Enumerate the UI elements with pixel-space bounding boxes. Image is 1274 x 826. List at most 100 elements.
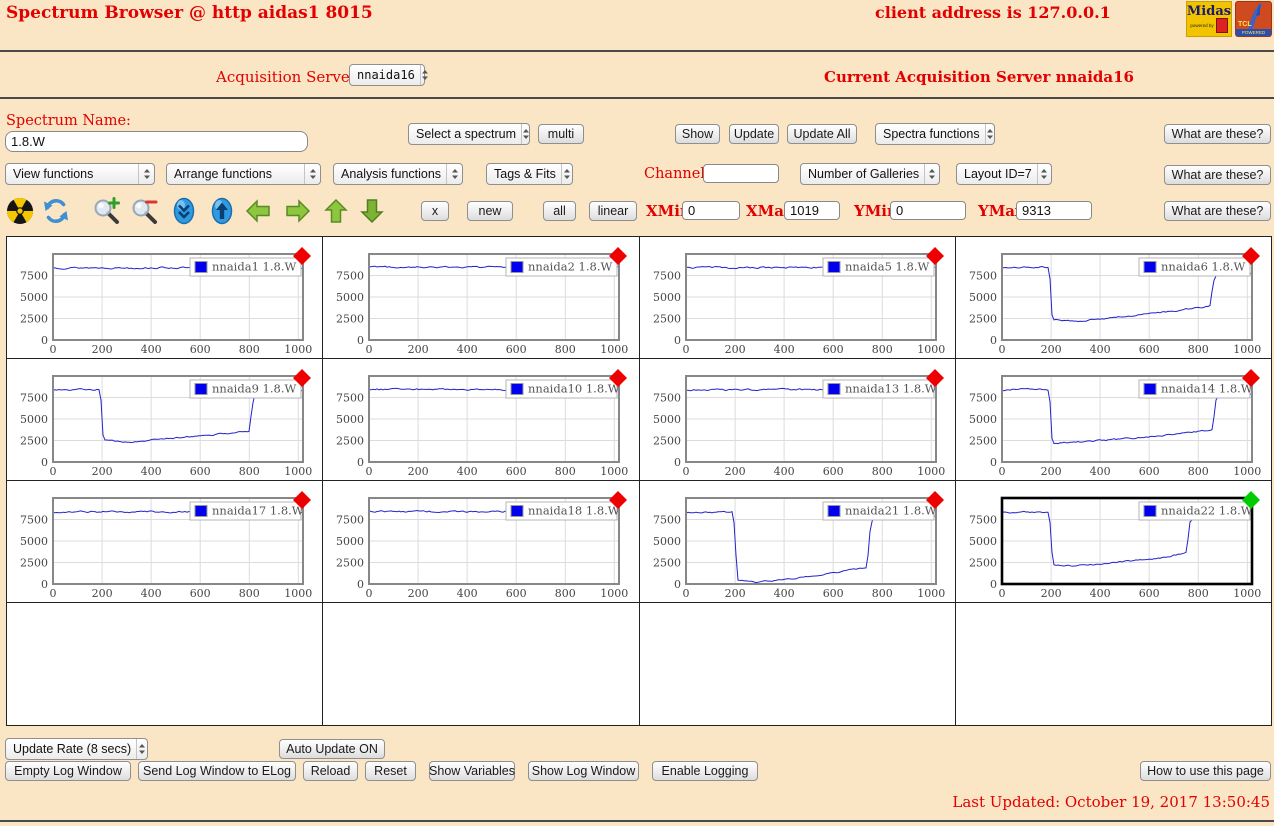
spectrum-chart[interactable]: 0 2500 5000 7500 0 200 400 600 800 1000 nnaida22 1… (956, 481, 1272, 603)
what-are-these-button-3[interactable]: What are these? (1164, 201, 1271, 221)
select-a-spectrum-dropdown[interactable]: Select a spectrum (408, 123, 530, 145)
midas-figure-icon (1215, 17, 1228, 33)
svg-text:800: 800 (555, 465, 576, 478)
acquisition-server-select[interactable]: nnaida16 (349, 64, 428, 86)
empty-log-window-button[interactable]: Empty Log Window (5, 761, 131, 781)
what-are-these-button-2[interactable]: What are these? (1164, 165, 1271, 185)
legend-swatch (510, 505, 524, 517)
svg-text:400: 400 (773, 587, 794, 600)
svg-text:0: 0 (366, 465, 373, 478)
plot-legend: nnaida17 1.8.W (189, 501, 304, 521)
spectrum-chart[interactable]: 0 2500 5000 7500 0 200 400 600 800 1000 nnaida1 1.… (7, 237, 323, 359)
arrow-right-icon[interactable] (284, 197, 312, 225)
arrow-left-icon[interactable] (244, 197, 272, 225)
zoom-out-icon[interactable] (130, 197, 158, 225)
spectrum-plot-nnaida21[interactable]: 0 2500 5000 7500 0 200 400 600 800 1000 nnaida21 1… (639, 481, 956, 603)
svg-text:nnaida5 1.8.W: nnaida5 1.8.W (845, 260, 929, 274)
auto-update-button[interactable]: Auto Update ON (279, 739, 385, 759)
view-functions-dropdown[interactable]: View functions (5, 163, 155, 185)
midas-logo-subtext: powered by (1190, 22, 1214, 28)
last-updated-text: Last Updated: October 19, 2017 13:50:45 (952, 793, 1270, 811)
xmax-input[interactable] (784, 201, 840, 220)
send-log-window-to-elog-button[interactable]: Send Log Window to ELog (138, 761, 296, 781)
all-button[interactable]: all (543, 201, 576, 221)
spectrum-plot-nnaida18[interactable]: 0 2500 5000 7500 0 200 400 600 800 1000 nnaida18 1… (323, 481, 640, 603)
spectrum-plot-nnaida13[interactable]: 0 2500 5000 7500 0 200 400 600 800 1000 nnaida13 1… (639, 359, 956, 481)
svg-text:2500: 2500 (653, 557, 681, 570)
svg-text:0: 0 (50, 465, 57, 478)
spectrum-chart[interactable]: 0 2500 5000 7500 0 200 400 600 800 1000 nnaida6 1.… (956, 237, 1272, 359)
show-button[interactable]: Show (675, 124, 720, 144)
enable-logging-button[interactable]: Enable Logging (652, 761, 758, 781)
divider (0, 820, 1274, 822)
show-variables-button[interactable]: Show Variables (429, 761, 515, 781)
svg-text:5000: 5000 (969, 291, 997, 304)
spectrum-plot-nnaida22[interactable]: 0 2500 5000 7500 0 200 400 600 800 1000 nnaida22 1… (955, 481, 1272, 603)
svg-text:200: 200 (1040, 343, 1061, 356)
arrow-up-icon[interactable] (322, 197, 350, 225)
linear-button[interactable]: linear (589, 201, 637, 221)
svg-text:nnaida22 1.8.W: nnaida22 1.8.W (1161, 504, 1253, 518)
reload-button[interactable]: Reload (303, 761, 358, 781)
channel-input[interactable] (703, 164, 779, 183)
svg-text:600: 600 (822, 465, 843, 478)
spectrum-plot-nnaida5[interactable]: 0 2500 5000 7500 0 200 400 600 800 1000 nnaida5 1.… (639, 237, 956, 359)
spectra-gallery-grid: 0 2500 5000 7500 0 200 400 600 800 1000 nnaida1 1.… (6, 236, 1272, 726)
ymin-input[interactable] (890, 201, 966, 220)
analysis-functions-dropdown[interactable]: Analysis functions (333, 163, 463, 185)
spectrum-chart[interactable]: 0 2500 5000 7500 0 200 400 600 800 1000 nnaida13 1… (640, 359, 956, 481)
svg-text:600: 600 (822, 343, 843, 356)
spectrum-plot-nnaida6[interactable]: 0 2500 5000 7500 0 200 400 600 800 1000 nnaida6 1.… (955, 237, 1272, 359)
update-rate-dropdown[interactable]: Update Rate (8 secs) (5, 738, 148, 760)
spectrum-chart[interactable]: 0 2500 5000 7500 0 200 400 600 800 1000 nnaida5 1.… (640, 237, 956, 359)
multi-button[interactable]: multi (538, 124, 584, 144)
spectrum-chart[interactable]: 0 2500 5000 7500 0 200 400 600 800 1000 nnaida14 1… (956, 359, 1272, 481)
number-of-galleries-dropdown[interactable]: Number of Galleries (800, 163, 940, 185)
update-all-button[interactable]: Update All (787, 124, 857, 144)
xmin-input[interactable] (682, 201, 740, 220)
spectrum-name-input[interactable] (5, 131, 308, 152)
show-log-window-button[interactable]: Show Log Window (528, 761, 639, 781)
update-button[interactable]: Update (729, 124, 779, 144)
svg-text:7500: 7500 (969, 514, 997, 527)
spectrum-plot-nnaida2[interactable]: 0 2500 5000 7500 0 200 400 600 800 1000 nnaida2 1.… (323, 237, 640, 359)
ymax-input[interactable] (1016, 201, 1092, 220)
plot-legend: nnaida18 1.8.W (505, 501, 620, 521)
spectrum-plot-nnaida14[interactable]: 0 2500 5000 7500 0 200 400 600 800 1000 nnaida14 1… (955, 359, 1272, 481)
layout-id-dropdown[interactable]: Layout ID=7 (956, 163, 1052, 185)
arrow-down-icon[interactable] (358, 197, 386, 225)
tags-and-fits-dropdown[interactable]: Tags & Fits (486, 163, 573, 185)
x-button[interactable]: x (421, 201, 449, 221)
zoom-in-icon[interactable] (92, 197, 120, 225)
select-spinner-icon (419, 65, 429, 85)
svg-text:200: 200 (724, 343, 745, 356)
plot-legend: nnaida13 1.8.W (822, 379, 936, 399)
spectrum-chart[interactable]: 0 2500 5000 7500 0 200 400 600 800 1000 nnaida18 1… (323, 481, 639, 603)
svg-text:600: 600 (1138, 465, 1159, 478)
radiation-icon[interactable] (6, 197, 34, 225)
refresh-icon[interactable] (42, 197, 70, 225)
empty-gallery-cell (323, 603, 640, 726)
spectra-functions-dropdown[interactable]: Spectra functions (875, 123, 995, 145)
expand-vertical-icon[interactable] (208, 197, 236, 225)
collapse-vertical-icon[interactable] (170, 197, 198, 225)
spectrum-plot-nnaida1[interactable]: 0 2500 5000 7500 0 200 400 600 800 1000 nnaida1 1.… (7, 237, 324, 359)
what-are-these-button-1[interactable]: What are these? (1164, 124, 1271, 144)
spectrum-plot-nnaida17[interactable]: 0 2500 5000 7500 0 200 400 600 800 1000 nnaida17 1… (7, 481, 324, 603)
spectrum-chart[interactable]: 0 2500 5000 7500 0 200 400 600 800 1000 nnaida21 1… (640, 481, 956, 603)
svg-text:7500: 7500 (969, 392, 997, 405)
spectrum-chart[interactable]: 0 2500 5000 7500 0 200 400 600 800 1000 nnaida10 1… (323, 359, 639, 481)
tcl-logo-text: TCL (1238, 21, 1252, 28)
spectrum-plot-nnaida9[interactable]: 0 2500 5000 7500 0 200 400 600 800 1000 nnaida9 1.… (7, 359, 324, 481)
new-button[interactable]: new (467, 201, 513, 221)
reset-button[interactable]: Reset (365, 761, 416, 781)
legend-swatch (1143, 505, 1157, 517)
svg-text:2500: 2500 (336, 557, 364, 570)
spectrum-chart[interactable]: 0 2500 5000 7500 0 200 400 600 800 1000 nnaida2 1.… (323, 237, 639, 359)
spectrum-plot-nnaida10[interactable]: 0 2500 5000 7500 0 200 400 600 800 1000 nnaida10 1… (323, 359, 640, 481)
arrange-functions-dropdown[interactable]: Arrange functions (166, 163, 321, 185)
spectrum-chart[interactable]: 0 2500 5000 7500 0 200 400 600 800 1000 nnaida9 1.… (7, 359, 323, 481)
how-to-use-this-page-button[interactable]: How to use this page (1140, 761, 1271, 781)
client-address: client address is 127.0.0.1 (875, 3, 1111, 22)
spectrum-chart[interactable]: 0 2500 5000 7500 0 200 400 600 800 1000 nnaida17 1… (7, 481, 323, 603)
